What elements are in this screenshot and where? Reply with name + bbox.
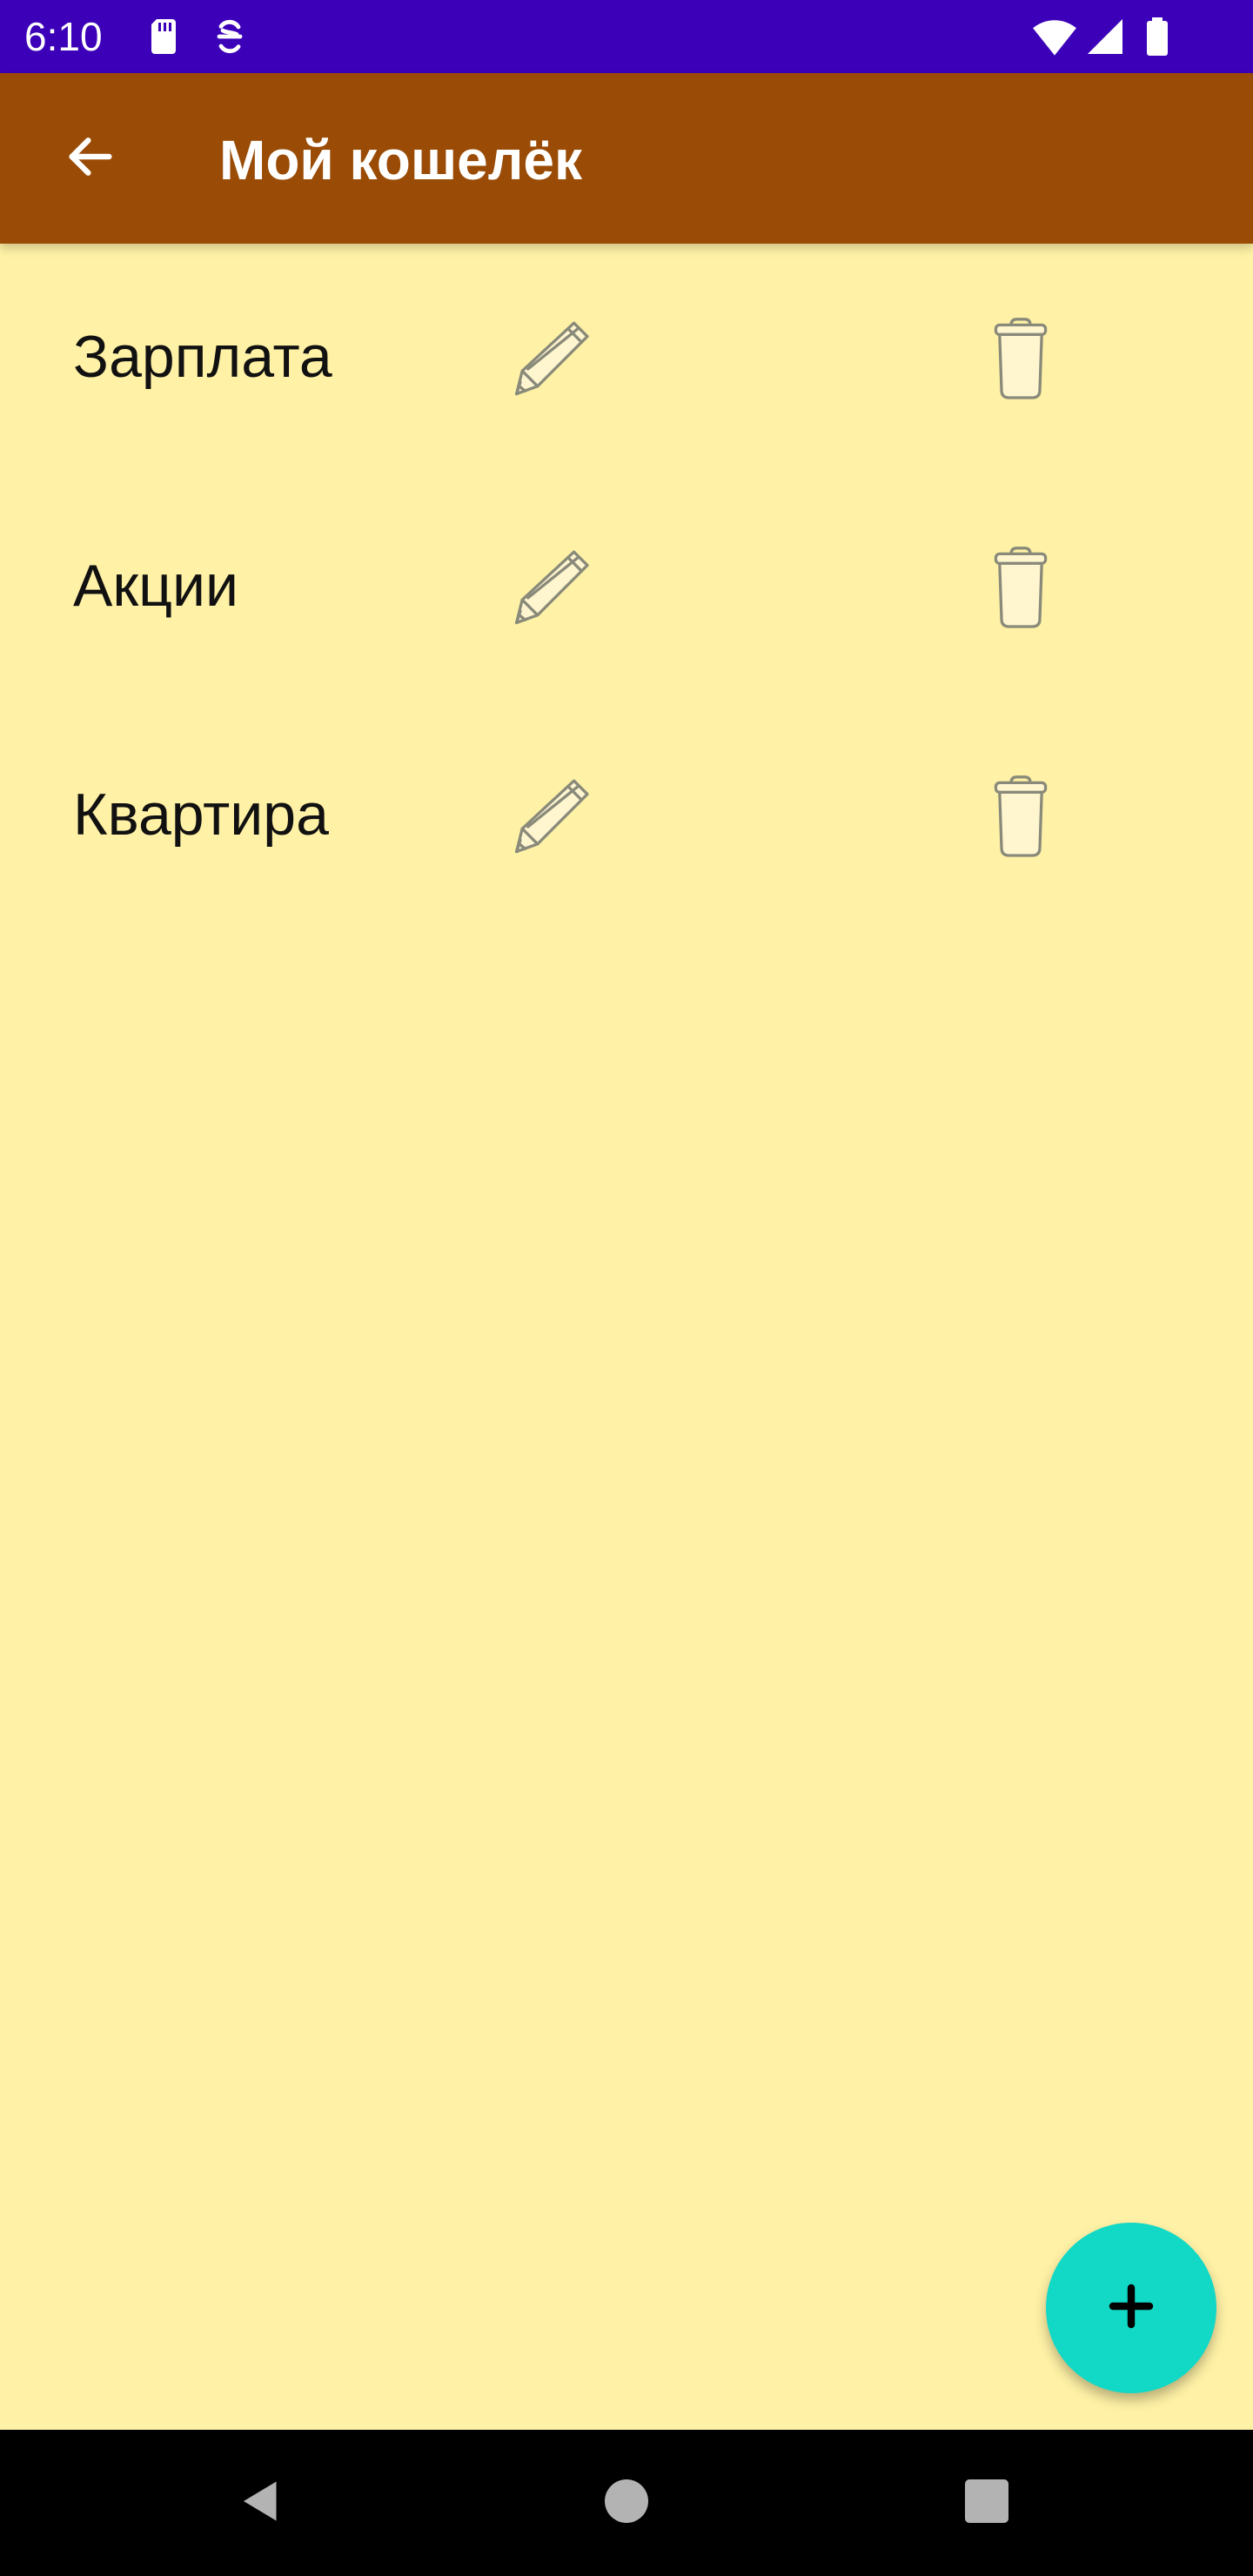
nav-recents-button[interactable] xyxy=(952,2468,1022,2538)
sync-icon xyxy=(209,16,251,57)
system-navigation-bar xyxy=(0,2430,1253,2576)
app-bar: Мой кошелёк xyxy=(0,73,1253,244)
plus-icon xyxy=(1107,2282,1156,2335)
pencil-icon xyxy=(501,779,597,869)
home-circle-icon xyxy=(600,2475,653,2532)
pencil-icon xyxy=(501,321,597,411)
wallet-name[interactable]: Акции xyxy=(73,551,238,621)
recents-square-icon xyxy=(961,2475,1013,2532)
wallet-list: Зарплата Акции Квартира xyxy=(0,244,1253,930)
arrow-left-icon xyxy=(63,129,118,189)
wallet-name[interactable]: Квартира xyxy=(73,780,329,849)
back-triangle-icon xyxy=(235,2475,287,2532)
list-item: Зарплата xyxy=(0,244,1253,473)
pencil-icon xyxy=(501,550,597,640)
signal-icon xyxy=(1084,16,1126,57)
back-button[interactable] xyxy=(49,117,132,200)
edit-button[interactable] xyxy=(501,312,597,407)
battery-icon xyxy=(1136,16,1178,57)
list-item: Квартира xyxy=(0,701,1253,930)
list-item: Акции xyxy=(0,473,1253,701)
edit-button[interactable] xyxy=(501,540,597,636)
trash-icon xyxy=(982,318,1060,411)
edit-button[interactable] xyxy=(501,769,597,865)
wifi-icon xyxy=(1032,16,1076,57)
status-time: 6:10 xyxy=(24,14,103,59)
add-wallet-button[interactable] xyxy=(1046,2223,1216,2393)
status-bar: 6:10 xyxy=(0,0,1253,73)
nav-back-button[interactable] xyxy=(226,2468,296,2538)
nav-home-button[interactable] xyxy=(592,2468,661,2538)
sd-card-icon xyxy=(144,16,186,57)
wallet-name[interactable]: Зарплата xyxy=(73,322,332,392)
delete-button[interactable] xyxy=(982,769,1060,865)
delete-button[interactable] xyxy=(982,540,1060,636)
trash-icon xyxy=(982,775,1060,869)
trash-icon xyxy=(982,547,1060,640)
page-title: Мой кошелёк xyxy=(219,129,583,191)
delete-button[interactable] xyxy=(982,312,1060,407)
